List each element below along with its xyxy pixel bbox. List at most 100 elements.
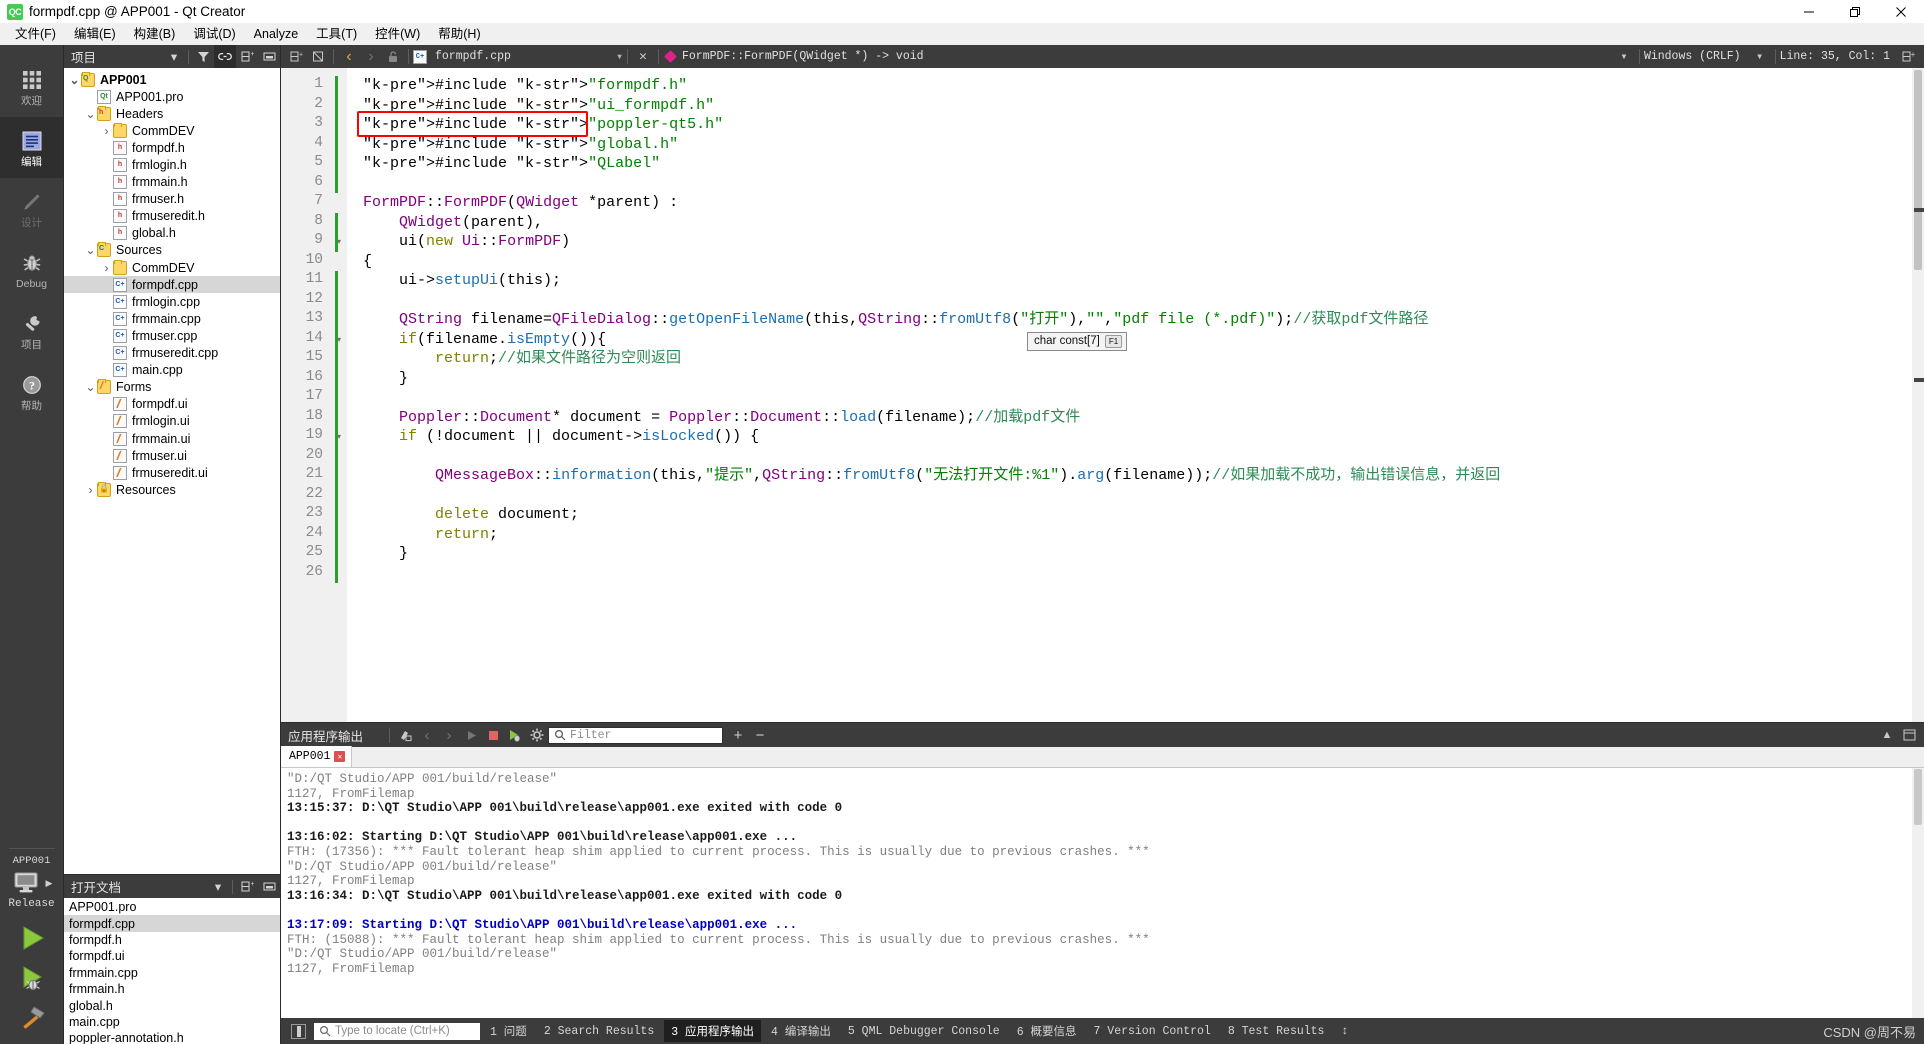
maximize-icon[interactable] [1898,723,1920,747]
tree-item-formpdf-h[interactable]: formpdf.h [64,139,280,156]
chevron-down-icon[interactable]: ⌄ [68,73,81,87]
menu-help[interactable]: 帮助(H) [429,23,489,45]
chevron-right-icon[interactable]: › [84,483,97,497]
close-split-icon[interactable] [307,45,329,68]
tree-item-frmlogin-h[interactable]: frmlogin.h [64,156,280,173]
chevron-down-icon[interactable]: ⌄ [84,107,97,121]
tree-item-frmuseredit-ui[interactable]: frmuseredit.ui [64,464,280,481]
output-tab-app001[interactable]: APP001 ✕ [281,746,353,767]
status-pane-button-1[interactable]: 1 问题 [483,1020,534,1042]
tree-item-frmlogin-ui[interactable]: frmlogin.ui [64,413,280,430]
split-icon[interactable]: + [236,45,258,68]
chevron-down-icon[interactable]: ▾ [207,875,229,898]
chevron-down-icon[interactable]: ▾ [1613,45,1635,68]
navigate-back-icon[interactable]: ‹ [338,45,360,68]
mode-welcome[interactable]: 欢迎 [0,56,63,117]
tree-item-global-h[interactable]: global.h [64,225,280,242]
open-document-item[interactable]: frmmain.h [64,981,280,997]
menu-widgets[interactable]: 控件(W) [366,23,429,45]
minimize-panel-icon[interactable] [258,875,280,898]
chevron-down-icon[interactable]: ⌄ [84,243,97,257]
tree-item-formpdf-cpp[interactable]: formpdf.cpp [64,276,280,294]
status-pane-button-5[interactable]: 5 QML Debugger Console [841,1022,1007,1041]
link-icon[interactable] [214,45,236,68]
tree-item-frmuser-cpp[interactable]: frmuser.cpp [64,327,280,344]
run-debug-icon[interactable] [504,723,526,747]
open-document-item[interactable]: frmmain.cpp [64,965,280,981]
tree-item-frmmain-cpp[interactable]: frmmain.cpp [64,310,280,327]
status-pane-button-6[interactable]: 6 概要信息 [1010,1020,1084,1042]
tree-item-main-cpp[interactable]: main.cpp [64,362,280,379]
menu-build[interactable]: 构建(B) [125,23,185,45]
code-editor[interactable]: 1 2 3 4 5 6 7 8 9 ▾ 10 11 12 13 14 ▾ 15 16 17 18 19 ▾ 20 21 22 23… [281,68,1924,722]
tree-item-commdev[interactable]: › CommDEV [64,122,280,139]
status-pane-button-8[interactable]: 8 Test Results [1221,1022,1332,1041]
mode-edit[interactable]: 编辑 [0,117,63,178]
chevron-down-icon[interactable]: ▾ [616,49,623,64]
chevron-down-icon[interactable]: ▾ [1749,45,1771,68]
sidebar-toggle-button[interactable] [291,1023,306,1039]
clean-icon[interactable] [394,723,416,747]
line-number-gutter[interactable]: 1 2 3 4 5 6 7 8 9 ▾ 10 11 12 13 14 ▾ 15 16 17 18 19 ▾ 20 21 22 23… [281,68,347,722]
tree-item-frmuseredit-h[interactable]: frmuseredit.h [64,208,280,225]
tree-item-frmuser-ui[interactable]: frmuser.ui [64,447,280,464]
open-document-item[interactable]: formpdf.h [64,932,280,948]
tree-item-frmmain-ui[interactable]: frmmain.ui [64,430,280,447]
updown-icon[interactable]: ↕ [1334,1022,1355,1041]
debug-button[interactable] [0,958,64,998]
open-document-item[interactable]: main.cpp [64,1014,280,1030]
menu-edit[interactable]: 编辑(E) [65,23,125,45]
editor-vertical-scrollbar[interactable] [1912,68,1924,722]
stop-icon[interactable] [482,723,504,747]
tree-item-forms[interactable]: ⌄ Forms [64,379,280,396]
scrollbar-thumb[interactable] [1914,769,1922,825]
tree-item-headers[interactable]: ⌄ Headers [64,105,280,122]
tree-item-frmuseredit-cpp[interactable]: frmuseredit.cpp [64,345,280,362]
target-selector[interactable]: ▶ [11,870,52,896]
minimize-panel-icon[interactable] [258,45,280,68]
next-icon[interactable]: › [438,723,460,747]
chevron-down-icon[interactable]: ⌄ [84,380,97,394]
mode-debug[interactable]: Debug [0,239,63,300]
remove-icon[interactable]: − [749,723,771,747]
split-icon[interactable]: + [236,875,258,898]
f1-key-hint[interactable]: F1 [1104,334,1123,348]
tree-item-sources[interactable]: ⌄ Sources [64,242,280,259]
menu-tools[interactable]: 工具(T) [307,23,366,45]
open-document-item[interactable]: formpdf.cpp [64,915,280,932]
current-file-selector[interactable]: formpdf.cpp ▾ [413,49,623,64]
play-icon[interactable] [460,723,482,747]
output-scrollbar[interactable] [1912,768,1924,1018]
menu-analyze[interactable]: Analyze [245,23,307,45]
status-pane-button-7[interactable]: 7 Version Control [1087,1022,1218,1041]
unlock-icon[interactable] [382,45,404,68]
tree-item-commdev[interactable]: › CommDEV [64,259,280,276]
chevron-up-icon[interactable]: ▲ [1876,723,1898,747]
chevron-down-icon[interactable]: ▾ [163,45,185,68]
tree-item-app001-pro[interactable]: APP001.pro [64,88,280,105]
add-icon[interactable]: + [727,723,749,747]
status-pane-button-2[interactable]: 2 Search Results [537,1022,661,1041]
close-icon[interactable]: ✕ [334,751,346,762]
mode-projects[interactable]: 项目 [0,300,63,361]
output-text-area[interactable]: "D:/QT Studio/APP 001/build/release" 1127… [281,768,1924,1018]
navigate-forward-icon[interactable]: › [360,45,382,68]
status-pane-button-3[interactable]: 3 应用程序输出 [664,1020,762,1042]
chevron-right-icon[interactable]: › [100,261,113,275]
open-document-item[interactable]: APP001.pro [64,899,280,915]
split-editor-icon[interactable]: + [285,45,307,68]
tree-item-frmuser-h[interactable]: frmuser.h [64,191,280,208]
split-editor-icon[interactable]: + [1898,45,1920,68]
minimize-button[interactable] [1786,0,1832,23]
build-button[interactable] [0,998,64,1038]
open-documents-list[interactable]: APP001.pro formpdf.cpp formpdf.h formpdf.ui… [64,898,280,1044]
output-filter-input[interactable]: Filter [548,726,724,744]
tree-item-formpdf-ui[interactable]: formpdf.ui [64,396,280,413]
project-tree[interactable]: ⌄APP001APP001.pro⌄Headers›CommDEVformpdf… [64,68,280,874]
maximize-button[interactable] [1832,0,1878,23]
filter-icon[interactable] [192,45,214,68]
chevron-right-icon[interactable]: › [100,124,113,138]
locator-input[interactable]: Type to locate (Ctrl+K) [314,1022,480,1040]
open-document-item[interactable]: formpdf.ui [64,948,280,964]
open-document-item[interactable]: poppler-annotation.h [64,1030,280,1044]
